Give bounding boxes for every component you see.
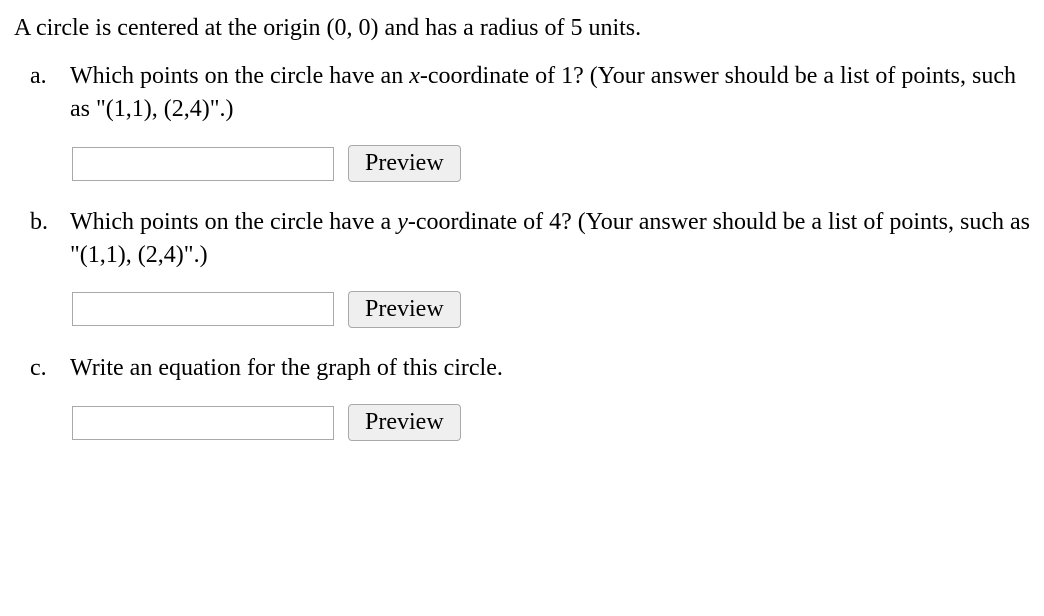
part-a: a. Which points on the circle have an x-… bbox=[70, 60, 1030, 182]
part-b: b. Which points on the circle have a y-c… bbox=[70, 206, 1030, 328]
part-a-answer-input[interactable] bbox=[72, 147, 334, 181]
part-a-answer-row: Preview bbox=[70, 145, 1030, 182]
part-c-marker: c. bbox=[30, 352, 47, 384]
part-a-text-before: Which points on the circle have an bbox=[70, 63, 409, 89]
part-c-answer-row: Preview bbox=[70, 404, 1030, 441]
part-c-question: Write an equation for the graph of this … bbox=[70, 352, 1030, 384]
part-b-question: Which points on the circle have a y-coor… bbox=[70, 206, 1030, 271]
problem-intro: A circle is centered at the origin (0, 0… bbox=[14, 12, 1030, 44]
part-b-text-before: Which points on the circle have a bbox=[70, 209, 397, 235]
part-c: c. Write an equation for the graph of th… bbox=[70, 352, 1030, 441]
part-a-preview-button[interactable]: Preview bbox=[348, 145, 461, 182]
part-b-answer-row: Preview bbox=[70, 291, 1030, 328]
part-c-preview-button[interactable]: Preview bbox=[348, 404, 461, 441]
part-a-marker: a. bbox=[30, 60, 47, 92]
part-a-variable: x bbox=[409, 63, 420, 89]
parts-list: a. Which points on the circle have an x-… bbox=[14, 60, 1030, 441]
part-b-variable: y bbox=[397, 209, 408, 235]
part-c-answer-input[interactable] bbox=[72, 406, 334, 440]
part-b-marker: b. bbox=[30, 206, 48, 238]
part-b-answer-input[interactable] bbox=[72, 292, 334, 326]
part-a-question: Which points on the circle have an x-coo… bbox=[70, 60, 1030, 125]
part-b-preview-button[interactable]: Preview bbox=[348, 291, 461, 328]
